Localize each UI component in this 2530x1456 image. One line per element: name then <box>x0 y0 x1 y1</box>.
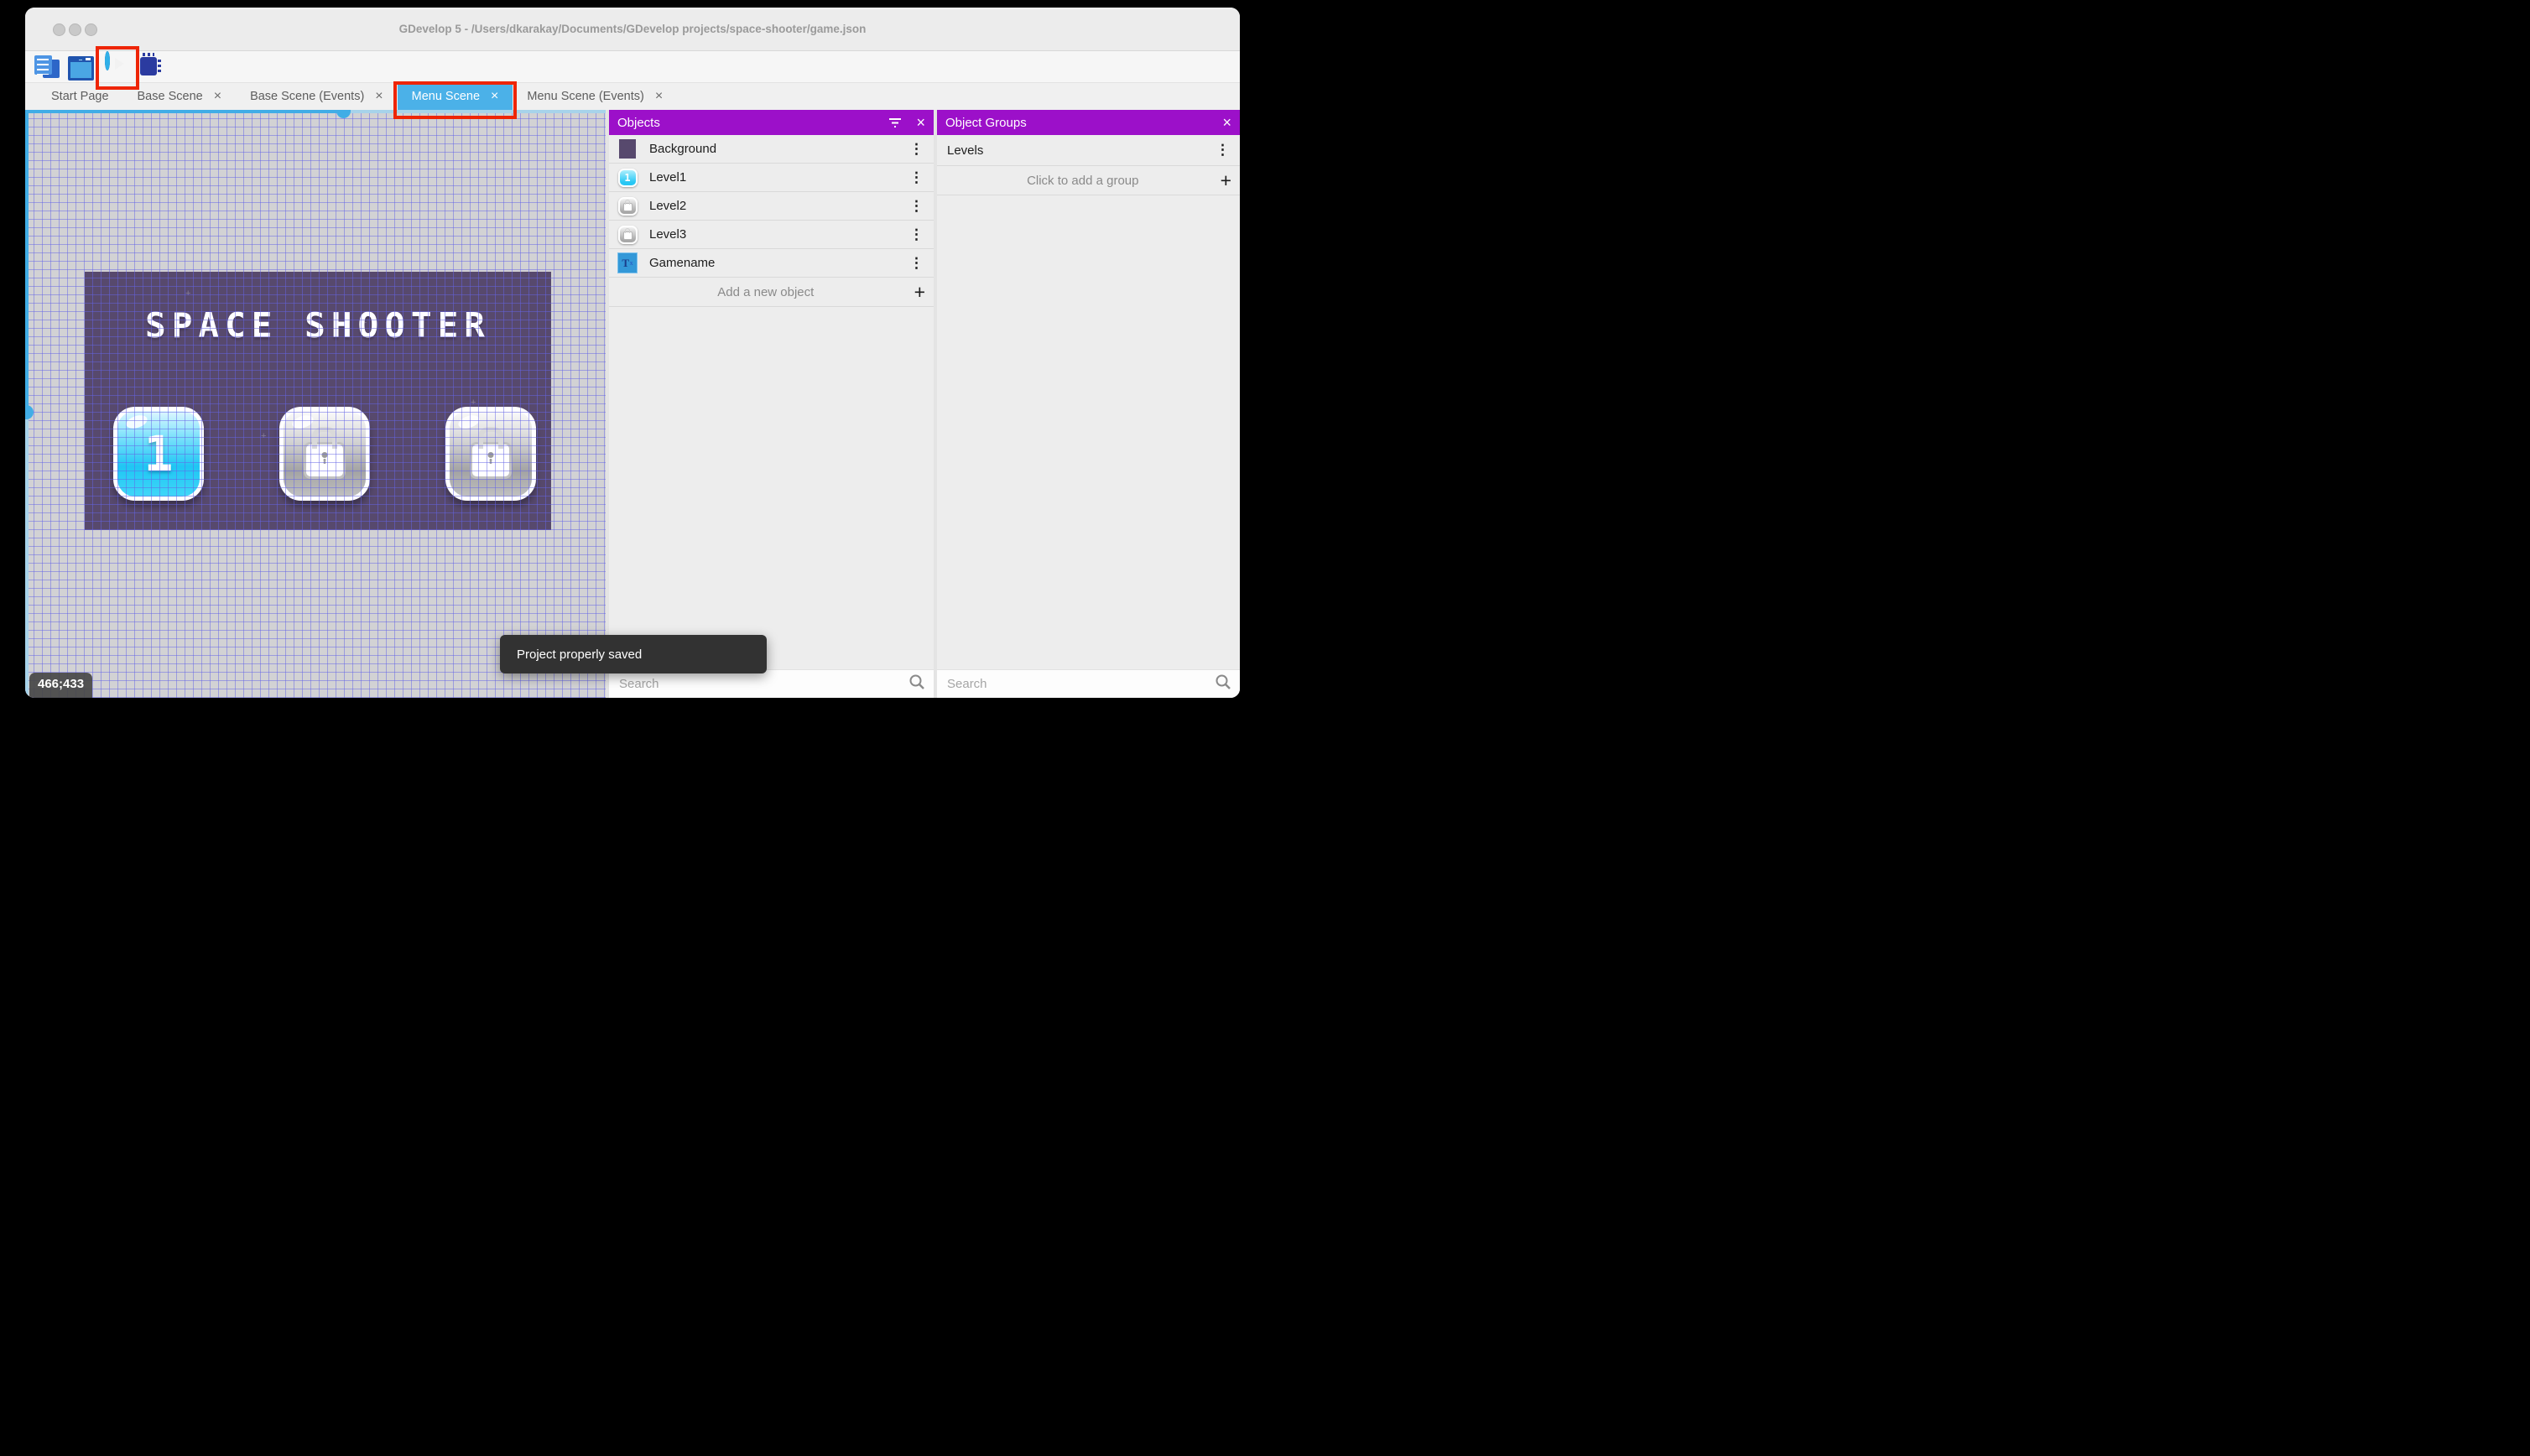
scene-editor-icon[interactable] <box>67 54 94 81</box>
add-object-label: Add a new object <box>717 284 815 299</box>
level2-button-locked[interactable] <box>279 407 370 501</box>
scene-background[interactable]: SPACE SHOOTER + + + + + 1 <box>85 272 551 530</box>
row-menu-icon[interactable]: ⋮ <box>906 226 927 243</box>
tab-label: Base Scene (Events) <box>250 90 365 103</box>
titlebar: GDevelop 5 - /Users/dkarakay/Documents/G… <box>25 8 1240 51</box>
level1-button[interactable]: 1 <box>113 407 204 501</box>
tab-menu-scene-events[interactable]: Menu Scene (Events) × <box>513 83 677 110</box>
objects-panel: Objects × Background ⋮ 1 Level1 ⋮ Level2… <box>609 110 934 698</box>
object-row-background[interactable]: Background ⋮ <box>609 135 934 164</box>
search-icon <box>1215 673 1231 694</box>
tab-base-scene-events[interactable]: Base Scene (Events) × <box>236 83 398 110</box>
row-menu-icon[interactable]: ⋮ <box>1212 142 1233 159</box>
background-thumbnail <box>617 139 638 159</box>
tab-bar: Start Page Base Scene × Base Scene (Even… <box>25 81 1240 119</box>
horizontal-scrollbar[interactable] <box>25 110 606 113</box>
main-toolbar: 1:1 <box>25 46 1240 123</box>
group-row-levels[interactable]: Levels ⋮ <box>937 135 1240 166</box>
objects-search-input[interactable] <box>617 676 908 692</box>
object-name: Level2 <box>649 199 687 213</box>
tab-close-icon[interactable]: × <box>655 90 663 103</box>
snackbar: Project properly saved <box>500 635 767 673</box>
add-object-row[interactable]: Add a new object + <box>609 278 934 307</box>
star-speck: + <box>185 289 191 299</box>
tab-close-icon[interactable]: × <box>491 90 498 103</box>
content-area: SPACE SHOOTER + + + + + 1 <box>25 110 1240 698</box>
tab-start-page[interactable]: Start Page <box>37 83 123 110</box>
object-row-level1[interactable]: 1 Level1 ⋮ <box>609 164 934 192</box>
row-menu-icon[interactable]: ⋮ <box>906 141 927 158</box>
object-name: Background <box>649 142 717 156</box>
locked-thumbnail <box>617 196 638 216</box>
object-name: Gamename <box>649 256 716 270</box>
tab-close-icon[interactable]: × <box>214 90 221 103</box>
level1-number: 1 <box>143 425 174 482</box>
lock-icon <box>304 427 346 479</box>
scene-title-text[interactable]: SPACE SHOOTER <box>85 305 551 346</box>
add-group-label: Click to add a group <box>1027 173 1139 188</box>
screenshot-root: GDevelop 5 - /Users/dkarakay/Documents/G… <box>0 0 1265 728</box>
vertical-scrollbar[interactable] <box>25 110 29 698</box>
plus-icon[interactable]: + <box>1221 170 1231 190</box>
horizontal-scrollbar-handle[interactable] <box>336 110 351 118</box>
button-shine <box>290 413 315 431</box>
gdevelop-window: GDevelop 5 - /Users/dkarakay/Documents/G… <box>25 8 1240 698</box>
objects-panel-title: Objects <box>617 115 660 130</box>
object-groups-header: Object Groups × <box>937 110 1240 135</box>
project-manager-front-sheet <box>34 55 52 75</box>
play-button[interactable] <box>96 46 139 90</box>
object-groups-panel: Object Groups × Levels ⋮ Click to add a … <box>937 110 1240 698</box>
groups-search-input[interactable] <box>945 676 1215 692</box>
tab-label: Menu Scene (Events) <box>527 90 644 103</box>
cursor-coordinates-badge: 466;433 <box>29 673 93 698</box>
objects-search-bar <box>609 669 934 698</box>
locked-thumbnail <box>617 225 638 245</box>
vertical-scrollbar-handle[interactable] <box>25 405 34 419</box>
tab-label: Menu Scene <box>411 90 481 103</box>
close-panel-icon[interactable]: × <box>916 115 925 130</box>
objects-panel-header: Objects × <box>609 110 934 135</box>
close-panel-icon[interactable]: × <box>1222 115 1231 130</box>
project-manager-icon[interactable] <box>34 54 60 79</box>
tab-label: Start Page <box>51 90 109 103</box>
row-menu-icon[interactable]: ⋮ <box>906 169 927 186</box>
debug-chip-icon <box>136 53 161 75</box>
scene-canvas[interactable]: SPACE SHOOTER + + + + + 1 <box>25 110 606 698</box>
tab-close-icon[interactable]: × <box>375 90 383 103</box>
lock-icon <box>470 427 512 479</box>
object-row-gamename[interactable]: Tx Gamename ⋮ <box>609 249 934 278</box>
object-name: Level3 <box>649 227 687 242</box>
play-icon <box>105 51 110 70</box>
snackbar-message: Project properly saved <box>517 647 643 662</box>
star-speck: + <box>362 318 367 328</box>
object-name: Level1 <box>649 170 687 185</box>
add-group-row[interactable]: Click to add a group + <box>937 166 1240 195</box>
object-row-level3[interactable]: Level3 ⋮ <box>609 221 934 249</box>
row-menu-icon[interactable]: ⋮ <box>906 255 927 272</box>
filter-icon[interactable] <box>888 117 903 128</box>
debug-button[interactable] <box>136 53 162 79</box>
text-object-thumbnail: Tx <box>617 252 638 273</box>
plus-icon[interactable]: + <box>914 282 925 302</box>
tab-label: Base Scene <box>137 90 203 103</box>
groups-search-bar <box>937 669 1240 698</box>
tab-base-scene[interactable]: Base Scene × <box>123 83 237 110</box>
chip-pins <box>143 53 154 56</box>
level3-button-locked[interactable] <box>445 407 536 501</box>
object-groups-title: Object Groups <box>945 115 1027 130</box>
level1-thumbnail: 1 <box>617 168 638 188</box>
group-name: Levels <box>947 143 984 158</box>
row-menu-icon[interactable]: ⋮ <box>906 198 927 215</box>
scene-window-glyph <box>68 56 94 81</box>
star-speck: + <box>261 431 267 441</box>
search-icon <box>908 673 925 694</box>
button-shine <box>456 413 482 431</box>
object-row-level2[interactable]: Level2 ⋮ <box>609 192 934 221</box>
window-title: GDevelop 5 - /Users/dkarakay/Documents/G… <box>398 23 867 35</box>
tab-menu-scene[interactable]: Menu Scene × <box>393 81 518 119</box>
